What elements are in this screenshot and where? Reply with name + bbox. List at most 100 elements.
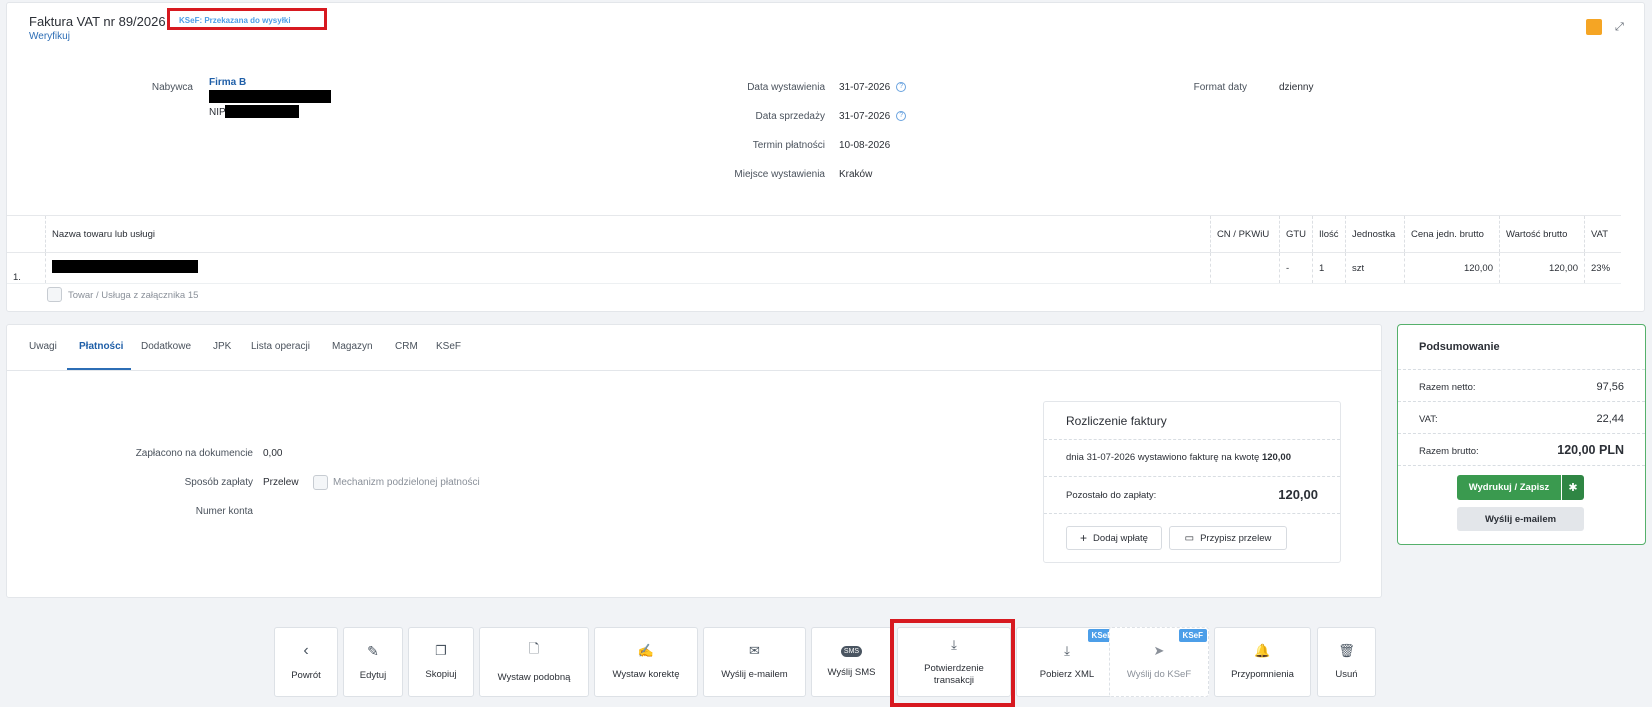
col-qty: Ilość [1312, 215, 1346, 253]
split-payment-label: Mechanizm podzielonej płatności [333, 477, 480, 488]
trash-icon: 🗑 [1338, 643, 1355, 658]
copy-button[interactable]: ❐ Skopiuj [408, 627, 474, 697]
col-value: Wartość brutto [1499, 215, 1585, 253]
active-tab-indicator [67, 368, 131, 370]
send-email-button[interactable]: ✉ Wyślij e-mailem [703, 627, 806, 697]
col-gtu: GTU [1278, 215, 1313, 253]
row-name-cell[interactable] [45, 252, 1211, 284]
tab-operations[interactable]: Lista operacji [251, 341, 310, 352]
row-vat[interactable]: 23% [1584, 252, 1621, 284]
print-settings-button[interactable]: ✱ [1562, 475, 1584, 500]
tab-ksef[interactable]: KSeF [436, 341, 461, 352]
back-button[interactable]: ‹ Powrót [274, 627, 338, 697]
pencil-icon: ✎ [367, 642, 379, 659]
print-save-button[interactable]: Wydrukuj / Zapisz [1457, 475, 1561, 500]
gear-icon: ✱ [1568, 482, 1578, 494]
gross-label: Razem brutto: [1419, 446, 1479, 457]
tab-crm[interactable]: CRM [395, 341, 418, 352]
paid-label: Zapłacono na dokumencie [135, 448, 253, 459]
ksef-badge: KSeF [1178, 629, 1207, 642]
col-price: Cena jedn. brutto [1404, 215, 1500, 253]
buyer-name[interactable]: Firma B [209, 77, 246, 88]
divider [1398, 465, 1645, 466]
issue-correction-button[interactable]: ✍ Wystaw korektę [594, 627, 698, 697]
table-row[interactable]: 1. - 1 szt 120,00 120,00 23% [7, 252, 1621, 284]
download-xml-button[interactable]: KSeF ⤓ Pobierz XML [1016, 627, 1118, 697]
plus-icon: + [1080, 531, 1088, 545]
invoice-card: Faktura VAT nr 89/2026 KSeF: Przekazana … [6, 2, 1645, 312]
reminders-button[interactable]: 🔔 Przypomnienia [1214, 627, 1311, 697]
settlement-line: dnia 31-07-2026 wystawiono fakturę na kw… [1066, 452, 1291, 463]
highlight-box [890, 619, 1015, 707]
divider [1044, 476, 1340, 477]
envelope-icon: ✉ [749, 643, 760, 658]
edit-button[interactable]: ✎ Edytuj [343, 627, 403, 697]
item-name-redacted [52, 260, 198, 273]
row-value[interactable]: 120,00 [1499, 252, 1585, 284]
row-qty[interactable]: 1 [1312, 252, 1346, 284]
row-number: 1. [7, 252, 46, 284]
tab-payments[interactable]: Płatności [79, 341, 123, 352]
tab-warehouse[interactable]: Magazyn [332, 341, 373, 352]
col-cn: CN / PKWiU [1209, 215, 1280, 253]
tabs-panel: Uwagi Płatności Dodatkowe JPK Lista oper… [6, 324, 1382, 598]
divider [1398, 369, 1645, 370]
date-format-label: Format daty [1193, 82, 1247, 93]
tab-notes[interactable]: Uwagi [29, 341, 57, 352]
due-date-label: Termin płatności [752, 140, 825, 151]
fullscreen-icon[interactable]: ⤢ [1615, 21, 1624, 34]
tab-bar: Uwagi Płatności Dodatkowe JPK Lista oper… [7, 325, 1381, 371]
file-plus-icon: 🗋 [528, 641, 540, 656]
assign-transfer-button[interactable]: ▭ Przypisz przelew [1169, 526, 1287, 550]
issue-similar-button[interactable]: 🗋 Wystaw podobną [479, 627, 589, 697]
highlight-box [167, 8, 327, 30]
summary-card: Podsumowanie Razem netto: 97,56 VAT: 22,… [1397, 324, 1646, 545]
remaining-label: Pozostało do zapłaty: [1066, 490, 1157, 501]
divider [1044, 439, 1340, 440]
info-icon[interactable]: ? [896, 111, 907, 122]
place-value: Kraków [839, 169, 873, 180]
items-table: Nazwa towaru lub usługi CN / PKWiU GTU I… [7, 215, 1621, 284]
row-price[interactable]: 120,00 [1404, 252, 1500, 284]
send-to-ksef-button[interactable]: KSeF ➤ Wyślij do KSeF [1109, 627, 1209, 697]
verify-link[interactable]: Weryfikuj [29, 31, 70, 42]
delete-button[interactable]: 🗑 Usuń [1317, 627, 1376, 697]
issue-date-value: 31-07-2026? [839, 82, 907, 93]
row-cn[interactable] [1209, 252, 1280, 284]
net-label: Razem netto: [1419, 382, 1476, 393]
summary-email-button[interactable]: Wyślij e-mailem [1457, 507, 1584, 531]
attachment15-checkbox[interactable] [47, 287, 62, 302]
download-icon: ⤓ [1064, 643, 1070, 658]
info-icon[interactable]: ? [896, 82, 907, 93]
vat-value: 22,44 [1596, 413, 1624, 425]
tab-additional[interactable]: Dodatkowe [141, 341, 191, 352]
net-value: 97,56 [1596, 381, 1624, 393]
split-payment-checkbox[interactable] [313, 475, 328, 490]
method-value[interactable]: Przelew [263, 477, 299, 488]
buyer-nip-redacted [225, 105, 299, 118]
transfer-icon: ▭ [1184, 532, 1195, 544]
row-unit[interactable]: szt [1345, 252, 1405, 284]
chevron-left-icon: ‹ [303, 642, 309, 659]
sticky-note-icon[interactable] [1586, 19, 1602, 35]
col-unit: Jednostka [1345, 215, 1405, 253]
vat-label: VAT: [1419, 414, 1438, 425]
tab-jpk[interactable]: JPK [213, 341, 231, 352]
col-vat: VAT [1584, 215, 1621, 253]
buyer-address-redacted [209, 90, 331, 103]
date-format-value[interactable]: dzienny [1279, 82, 1313, 93]
remaining-value: 120,00 [1278, 487, 1318, 502]
page-title: Faktura VAT nr 89/2026 [29, 14, 166, 29]
divider [1044, 513, 1340, 514]
paid-value: 0,00 [263, 448, 283, 459]
summary-title: Podsumowanie [1419, 341, 1500, 353]
settlement-box: Rozliczenie faktury dnia 31-07-2026 wyst… [1043, 401, 1341, 563]
row-gtu[interactable]: - [1278, 252, 1313, 284]
sale-date-value: 31-07-2026? [839, 111, 907, 122]
account-label: Numer konta [195, 506, 253, 517]
add-payment-button[interactable]: + Dodaj wpłatę [1066, 526, 1162, 550]
send-sms-button[interactable]: SMS Wyślij SMS [811, 627, 892, 697]
due-date-value: 10-08-2026 [839, 140, 891, 151]
col-no [7, 215, 46, 253]
bell-icon: 🔔 [1254, 643, 1271, 658]
